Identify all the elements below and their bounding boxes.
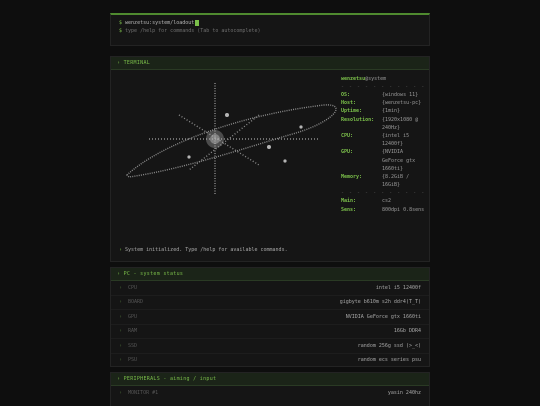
info-value: cs2	[382, 198, 392, 205]
peripherals-header: › PERIPHERALS - aiming / input	[111, 373, 429, 386]
row-label: CPU	[128, 284, 138, 291]
table-row[interactable]: › BOARD gigbyte b610m s2h ddr4(T_T)	[111, 296, 429, 310]
row-label: RAM	[128, 328, 138, 335]
info-separator-2: - - - - - - - - - - -	[341, 190, 426, 197]
table-row[interactable]: › CPU intel i5 12400f	[111, 281, 429, 296]
info-value: {8.2GiB / 16GiB}	[382, 174, 410, 189]
row-value: random 256g ssd (>_<)	[357, 342, 421, 349]
info-key: Main:	[341, 198, 357, 205]
info-key: Sens:	[341, 206, 357, 213]
info-separator: - - - - - - - - - - -	[341, 84, 426, 90]
row-value: gigbyte b610m s2h ddr4(T_T)	[339, 299, 421, 306]
row-value: intel i5 12400f	[375, 284, 421, 291]
info-key: GPU:	[341, 149, 354, 156]
bullet-icon: ›	[119, 328, 123, 335]
info-key: Resolution:	[341, 116, 375, 123]
bullet-icon: ›	[119, 342, 123, 349]
cursor-icon	[195, 19, 200, 26]
info-key: Uptime:	[341, 108, 363, 115]
terminal-header: › TERMINAL	[111, 57, 429, 70]
table-row[interactable]: › SSD random 256g ssd (>_<)	[111, 339, 429, 354]
info-key: CPU:	[341, 133, 354, 140]
info-value: 800dpi 0.8sens	[382, 206, 425, 213]
table-row[interactable]: › GPU NVIDIA GeForce gtx 1660ti	[111, 310, 429, 325]
row-label: MONITOR #1	[128, 389, 159, 396]
prompt-path: wenzetsu:system/loadout	[125, 20, 195, 26]
pc-status-header-icon: ›	[117, 271, 124, 277]
command-prompt-panel[interactable]: $ wenzetsu:system/loadout $ type /help f…	[110, 13, 430, 46]
info-value: {NVIDIA GeForce gtx 1660ti}	[382, 149, 416, 172]
row-value: NVIDIA GeForce gtx 1660ti	[345, 313, 421, 320]
info-key: Memory:	[341, 174, 363, 181]
terminal-header-icon: ›	[117, 60, 124, 66]
bullet-icon: ›	[119, 357, 123, 364]
info-value: {1min}	[382, 108, 401, 115]
peripherals-header-icon: ›	[117, 376, 124, 382]
terminal-header-label: TERMINAL	[123, 60, 151, 66]
table-row[interactable]: › RAM 16Gb DDR4	[111, 325, 429, 339]
peripherals-panel: › PERIPHERALS - aiming / input › MONITOR …	[110, 372, 430, 406]
info-user: wenzetsu	[341, 76, 366, 82]
status-message: System initialized. Type /help for avail…	[125, 247, 288, 253]
bullet-icon: ›	[119, 313, 123, 320]
row-label: BOARD	[128, 299, 144, 306]
row-label: GPU	[128, 313, 138, 320]
system-info-block: wenzetsu@system - - - - - - - - - - - OS…	[341, 75, 427, 214]
peripherals-header-label: PERIPHERALS - aiming / input	[123, 376, 217, 382]
bullet-icon: ›	[119, 299, 123, 306]
row-value: random ecs series psu	[357, 357, 421, 364]
info-value: {windows 11}	[382, 92, 419, 98]
info-key: Host:	[341, 100, 357, 107]
pc-status-header-label: PC - system status	[123, 271, 184, 277]
ascii-art-logo	[125, 83, 337, 195]
bullet-icon: ›	[119, 389, 123, 396]
row-value: yasin 240hz	[387, 389, 421, 396]
info-key: OS:	[341, 92, 351, 98]
bullet-icon: ›	[119, 284, 123, 291]
info-host-suffix: @system	[365, 76, 387, 82]
table-row[interactable]: › PSU random ecs series psu	[111, 354, 429, 368]
row-value: 16Gb DDR4	[393, 328, 421, 335]
row-label: PSU	[128, 357, 138, 364]
table-row[interactable]: › MONITOR #1 yasin 240hz	[111, 386, 429, 400]
pc-status-panel: › PC - system status › CPU intel i5 12400f…	[110, 267, 430, 367]
terminal-status-line: › System initialized. Type /help for ava…	[119, 247, 288, 253]
info-value: {intel i5 12400f}	[382, 133, 410, 148]
row-label: SSD	[128, 342, 138, 349]
prompt-hint: type /help for commands (Tab to autocomp…	[125, 28, 261, 34]
terminal-panel: › TERMINAL wenzetsu@system - - - - - - -…	[110, 56, 430, 262]
info-value: {wenzetsu-pc}	[382, 100, 422, 107]
info-value: {1920x1080 @ 240Hz}	[382, 116, 419, 131]
pc-status-header: › PC - system status	[111, 268, 429, 281]
